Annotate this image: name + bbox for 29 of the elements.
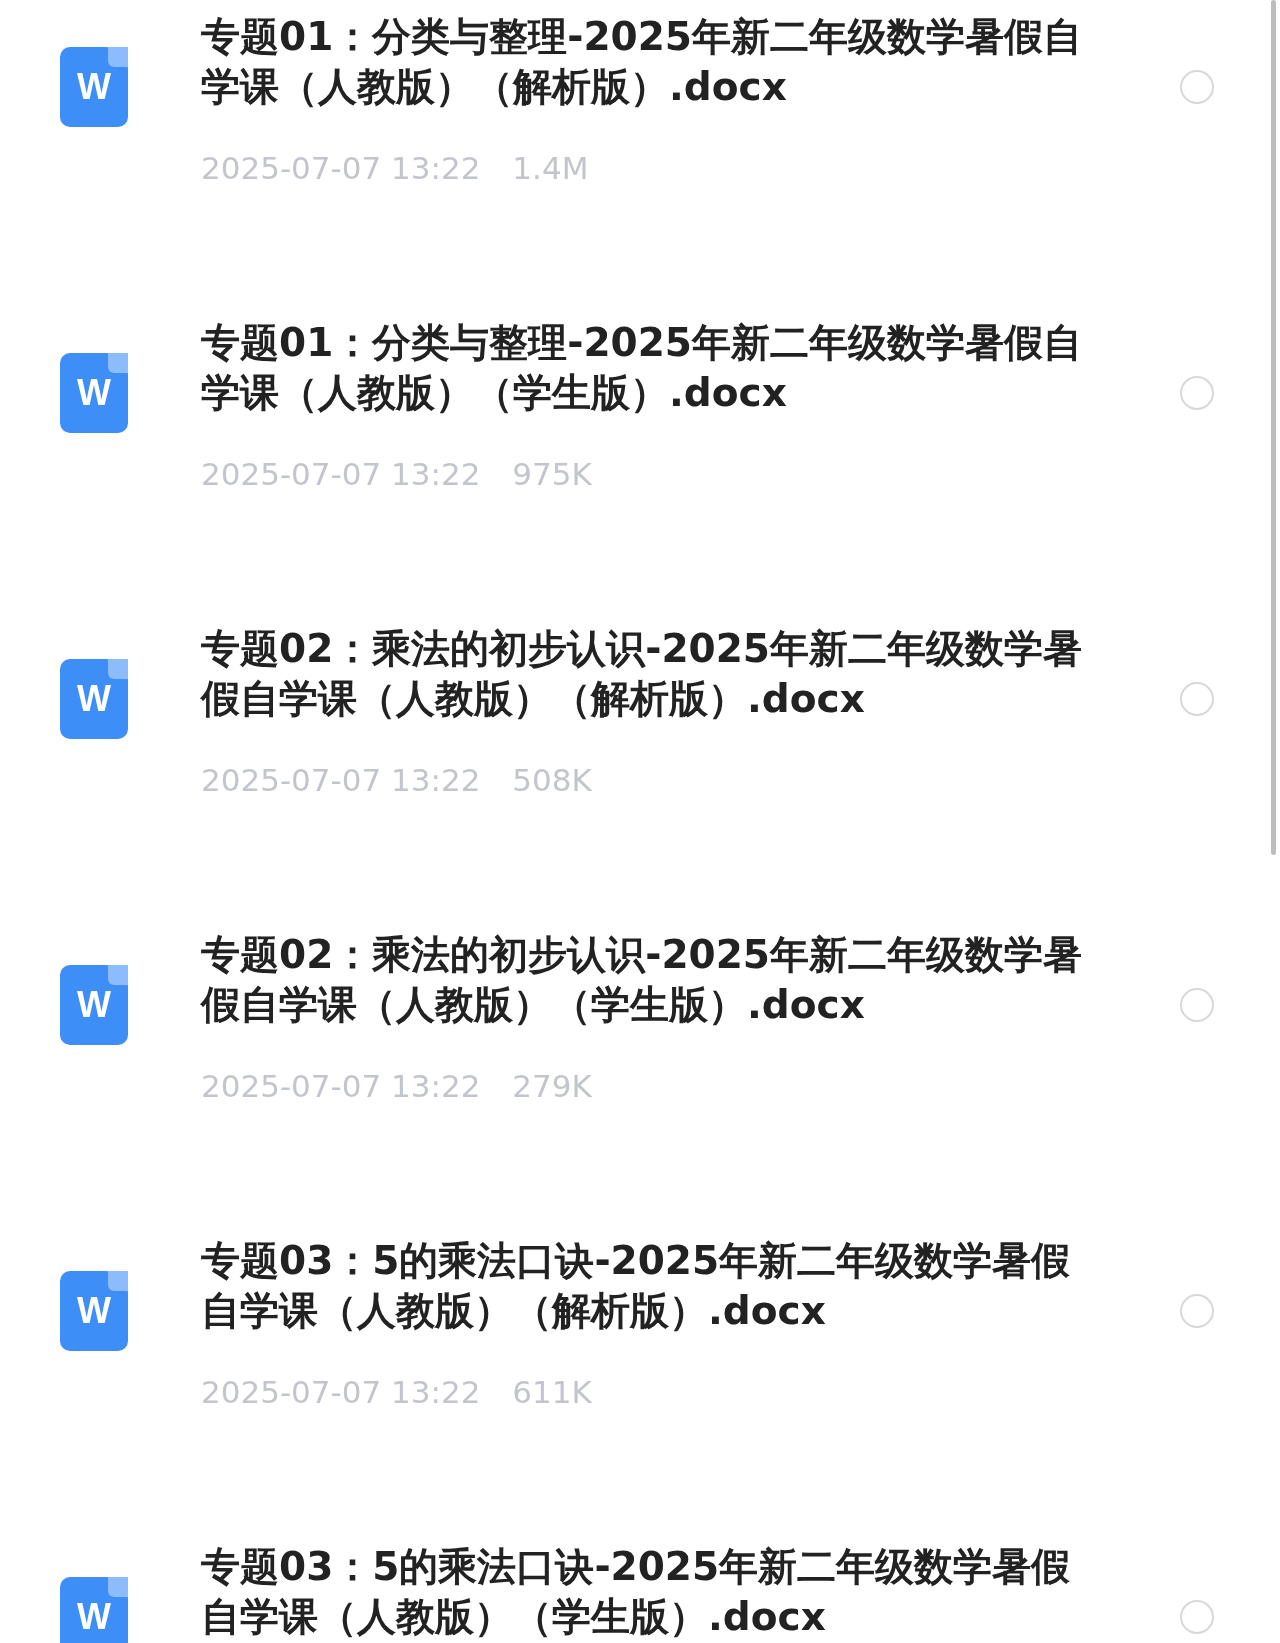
document-icon: W bbox=[60, 1577, 128, 1643]
select-radio[interactable] bbox=[1180, 70, 1214, 104]
file-size: 508K bbox=[512, 761, 592, 800]
document-icon: W bbox=[60, 1271, 128, 1351]
select-radio[interactable] bbox=[1180, 376, 1214, 410]
file-size: 975K bbox=[512, 455, 592, 494]
file-name[interactable]: 专题03：5的乘法口诀-2025年新二年级数学暑假自学课（人教版）（学生版）.docx bbox=[201, 1542, 1101, 1642]
select-radio[interactable] bbox=[1180, 1294, 1214, 1328]
file-name[interactable]: 专题01：分类与整理-2025年新二年级数学暑假自学课（人教版）（解析版）.docx bbox=[201, 12, 1101, 112]
document-icon: W bbox=[60, 353, 128, 433]
file-size: 1.4M bbox=[512, 149, 589, 188]
select-radio[interactable] bbox=[1180, 988, 1214, 1022]
document-icon: W bbox=[60, 965, 128, 1045]
document-icon: W bbox=[60, 659, 128, 739]
file-name[interactable]: 专题02：乘法的初步认识-2025年新二年级数学暑假自学课（人教版）（学生版）.docx bbox=[201, 930, 1101, 1030]
file-size: 279K bbox=[512, 1067, 592, 1106]
file-date: 2025-07-07 13:22 bbox=[201, 455, 481, 494]
document-icon: W bbox=[60, 47, 128, 127]
file-date: 2025-07-07 13:22 bbox=[201, 149, 481, 188]
select-radio[interactable] bbox=[1180, 1600, 1214, 1634]
file-size: 611K bbox=[512, 1373, 592, 1412]
file-date: 2025-07-07 13:22 bbox=[201, 1067, 481, 1106]
file-date: 2025-07-07 13:22 bbox=[201, 1373, 481, 1412]
file-name[interactable]: 专题02：乘法的初步认识-2025年新二年级数学暑假自学课（人教版）（解析版）.docx bbox=[201, 624, 1101, 724]
file-name[interactable]: 专题03：5的乘法口诀-2025年新二年级数学暑假自学课（人教版）（解析版）.docx bbox=[201, 1236, 1101, 1336]
file-name[interactable]: 专题01：分类与整理-2025年新二年级数学暑假自学课（人教版）（学生版）.docx bbox=[201, 318, 1101, 418]
file-date: 2025-07-07 13:22 bbox=[201, 761, 481, 800]
scrollbar[interactable] bbox=[1271, 0, 1276, 855]
select-radio[interactable] bbox=[1180, 682, 1214, 716]
